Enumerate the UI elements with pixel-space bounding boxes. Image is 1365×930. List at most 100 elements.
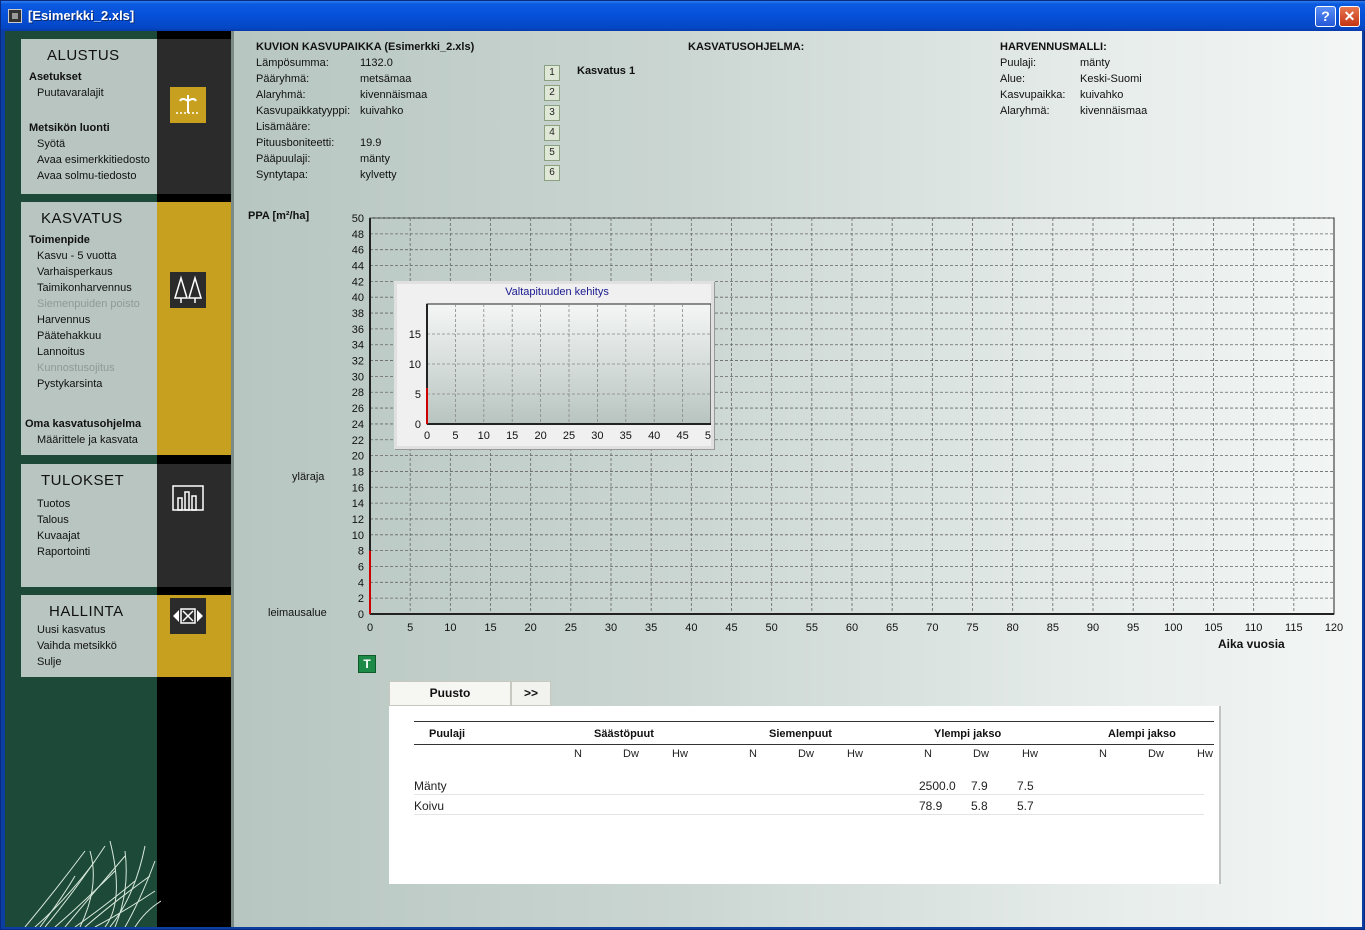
menu-item-raportointi[interactable]: Raportointi bbox=[37, 546, 90, 558]
panel-title-tulokset: TULOKSET bbox=[41, 472, 125, 489]
col-saastopuut: Säästöpuut bbox=[594, 728, 654, 740]
panel-hallinta: HALLINTA Uusi kasvatus Vaihda metsikkö S… bbox=[21, 595, 157, 677]
x-tick-label: 110 bbox=[1245, 622, 1263, 634]
menu-item-vaihda-metsikko[interactable]: Vaihda metsikkö bbox=[37, 640, 117, 652]
panel-side-hallinta bbox=[157, 595, 231, 677]
x-tick-label: 55 bbox=[806, 622, 818, 634]
x-tick-label: 50 bbox=[766, 622, 778, 634]
table-cell-ylempi: 7.9 bbox=[971, 779, 988, 793]
y-tick-label: 30 bbox=[352, 371, 364, 383]
panel-alustus: ALUSTUS Asetukset Puutavaralajit Metsikö… bbox=[21, 39, 157, 194]
menu-item-kasvatus-7: Kunnostusojitus bbox=[37, 362, 115, 374]
subcol-n-3: N bbox=[749, 748, 757, 760]
bar-chart-icon bbox=[170, 480, 206, 516]
menu-item-syota[interactable]: Syötä bbox=[37, 138, 65, 150]
menu-item-kasvatus-0[interactable]: Kasvu - 5 vuotta bbox=[37, 250, 117, 262]
menu-item-talous[interactable]: Talous bbox=[37, 514, 69, 526]
y-tick-label: 22 bbox=[352, 435, 364, 447]
client-area: ALUSTUS Asetukset Puutavaralajit Metsikö… bbox=[5, 31, 1362, 927]
height-chart: 0 5 10 15 20 25 30 35 40 45 50 0 5 10 15 Valtapituuden … bbox=[409, 286, 717, 442]
app-window: [Esimerkki_2.xls] ? ✕ ALUSTUS Asetukset … bbox=[0, 0, 1365, 930]
y-tick-label: 16 bbox=[352, 482, 364, 494]
menu-item-puutavaralajit[interactable]: Puutavaralajit bbox=[37, 87, 104, 99]
menu-item-avaa-esimerkkitiedosto[interactable]: Avaa esimerkkitiedosto bbox=[37, 154, 150, 166]
menu-item-kasvatus-2[interactable]: Taimikonharvennus bbox=[37, 282, 132, 294]
y-tick-label: 28 bbox=[352, 387, 364, 399]
height-chart-panel: 0 5 10 15 20 25 30 35 40 45 50 0 5 10 15 Valtapituuden … bbox=[394, 281, 717, 449]
panel-tulokset: TULOKSET Tuotos Talous Kuvaajat Raportoi… bbox=[21, 464, 157, 587]
subcol-hw-8: Hw bbox=[1022, 748, 1038, 760]
menu-item-kuvaajat[interactable]: Kuvaajat bbox=[37, 530, 80, 542]
x-tick-label: 20 bbox=[534, 430, 546, 442]
x-tick-label: 35 bbox=[645, 622, 657, 634]
x-tick-label: 15 bbox=[506, 430, 518, 442]
menu-item-kasvatus-4[interactable]: Harvennus bbox=[37, 314, 90, 326]
panel-side-alustus bbox=[157, 39, 231, 194]
panel-title-kasvatus: KASVATUS bbox=[41, 210, 123, 227]
subcol-dw-1: Dw bbox=[623, 748, 639, 760]
subcol-n-6: N bbox=[924, 748, 932, 760]
help-button[interactable]: ? bbox=[1315, 6, 1336, 27]
menu-item-tuotos[interactable]: Tuotos bbox=[37, 498, 70, 510]
x-tick-label: 60 bbox=[846, 622, 858, 634]
panel-title-hallinta: HALLINTA bbox=[49, 603, 124, 620]
x-tick-label: 120 bbox=[1325, 622, 1343, 634]
menu-item-kasvatus-8[interactable]: Pystykarsinta bbox=[37, 378, 102, 390]
subcol-hw-2: Hw bbox=[672, 748, 688, 760]
menu-item-sulje[interactable]: Sulje bbox=[37, 656, 61, 668]
y-tick-label: 14 bbox=[352, 498, 364, 510]
menu-item-uusi-kasvatus[interactable]: Uusi kasvatus bbox=[37, 624, 105, 636]
table-row-species: Koivu bbox=[414, 799, 445, 813]
x-tick-label: 30 bbox=[591, 430, 603, 442]
x-tick-label: 5 bbox=[407, 622, 413, 634]
tab-more[interactable]: >> bbox=[511, 681, 551, 706]
y-tick-label: 18 bbox=[352, 466, 364, 478]
trees-icon bbox=[170, 272, 206, 308]
x-tick-label: 45 bbox=[725, 622, 737, 634]
table-row-species: Mänty bbox=[414, 779, 447, 793]
col-alempi-jakso: Alempi jakso bbox=[1108, 728, 1176, 740]
y-tick-label: 38 bbox=[352, 308, 364, 320]
height-chart-title: Valtapituuden kehitys bbox=[505, 286, 609, 298]
subcol-dw-7: Dw bbox=[973, 748, 989, 760]
x-tick-label: 100 bbox=[1164, 622, 1182, 634]
y-tick-label: 0 bbox=[358, 609, 364, 621]
panel-title-alustus: ALUSTUS bbox=[47, 47, 120, 64]
x-tick-label: 45 bbox=[676, 430, 688, 442]
title-bar[interactable]: [Esimerkki_2.xls] ? ✕ bbox=[1, 1, 1365, 31]
x-tick-label: 20 bbox=[525, 622, 537, 634]
subcol-n-9: N bbox=[1099, 748, 1107, 760]
y-tick-label: 50 bbox=[352, 213, 364, 225]
menu-item-avaa-solmu-tiedosto[interactable]: Avaa solmu-tiedosto bbox=[37, 170, 136, 182]
close-button[interactable]: ✕ bbox=[1339, 6, 1360, 27]
y-tick-label: 44 bbox=[352, 261, 364, 273]
app-icon bbox=[8, 9, 22, 23]
menu-item-maarittele-ja-kasvata[interactable]: Määrittele ja kasvata bbox=[37, 434, 138, 446]
x-tick-label: 80 bbox=[1007, 622, 1019, 634]
x-tick-label: 30 bbox=[605, 622, 617, 634]
y-tick-label: 40 bbox=[352, 292, 364, 304]
menu-item-kasvatus-6[interactable]: Lannoitus bbox=[37, 346, 85, 358]
y-tick-label: 26 bbox=[352, 403, 364, 415]
table-header-rule bbox=[414, 744, 1214, 745]
table-row-divider bbox=[414, 814, 1204, 815]
y-tick-label: 10 bbox=[352, 530, 364, 542]
x-tick-label: 105 bbox=[1204, 622, 1222, 634]
subcol-n-0: N bbox=[574, 748, 582, 760]
x-tick-label: 65 bbox=[886, 622, 898, 634]
table-cell-ylempi: 5.7 bbox=[1017, 799, 1034, 813]
menu-item-kasvatus-5[interactable]: Päätehakkuu bbox=[37, 330, 101, 342]
y-tick-label: 10 bbox=[409, 359, 421, 371]
tab-puusto[interactable]: Puusto bbox=[389, 681, 511, 706]
main-area: KUVION KASVUPAIKKA (Esimerkki_2.xls) Läm… bbox=[231, 31, 1362, 927]
y-tick-label: 4 bbox=[358, 577, 364, 589]
col-siemenpuut: Siemenpuut bbox=[769, 728, 832, 740]
table-top-rule bbox=[414, 721, 1214, 722]
table-row-divider bbox=[414, 794, 1204, 795]
x-tick-label: 35 bbox=[620, 430, 632, 442]
x-tick-label: 5 bbox=[452, 430, 458, 442]
x-tick-label: 40 bbox=[685, 622, 697, 634]
t-button[interactable]: T bbox=[358, 655, 376, 673]
menu-item-kasvatus-1[interactable]: Varhaisperkaus bbox=[37, 266, 113, 278]
y-tick-label: 24 bbox=[352, 419, 364, 431]
